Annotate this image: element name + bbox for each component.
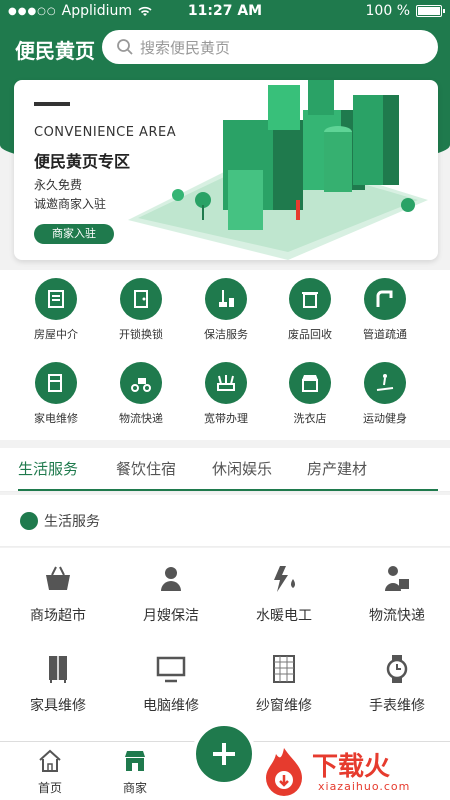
search-icon [117,39,133,55]
category-label: 保洁服务 [204,328,248,341]
battery-percent: 100 % [365,3,410,19]
door-lock-icon [134,290,148,308]
section-divider [0,440,450,448]
watermark-text: 下载火 [312,752,391,782]
tab-real-estate[interactable]: 房产建材 [307,458,367,479]
laundry-shop-icon [302,375,318,392]
service-furniture[interactable]: 家具维修 [2,638,114,718]
category-label: 运动健身 [363,412,407,425]
service-watch[interactable]: 手表维修 [341,638,450,718]
plus-icon [213,743,235,765]
house-agent-icon [48,290,64,308]
tab-home-label: 首页 [37,781,62,795]
shop-icon [125,751,145,771]
monitor-icon [156,656,186,683]
treadmill-icon [376,374,394,391]
category-label: 物流快递 [119,412,163,425]
category-delivery[interactable]: 物流快递 [101,354,181,430]
service-computer[interactable]: 电脑维修 [115,638,227,718]
service-plumbing-electric[interactable]: 水暖电工 [228,548,340,628]
city-illustration [128,80,428,260]
search-placeholder: 搜索便民黄页 [140,38,231,57]
category-house-agent[interactable]: 房屋中介 [16,270,96,346]
category-recycle[interactable]: 废品回收 [270,270,350,346]
search-input[interactable]: 搜索便民黄页 [102,30,438,64]
watermark: 下载火 xiazaihuo.com [258,744,442,800]
tab-dining[interactable]: 餐饮住宿 [116,458,176,479]
category-label: 废品回收 [288,328,332,341]
recycle-bin-icon [302,292,318,308]
category-label: 家电维修 [34,412,78,425]
pipe-icon [376,290,393,307]
window-screen-icon [273,655,295,683]
category-pipe[interactable]: 管道疏通 [345,270,425,346]
appliance-repair-icon [48,374,62,392]
section-title: 生活服务 [44,514,100,530]
service-label: 家具维修 [30,698,86,714]
section-header: 生活服务 [0,495,450,547]
router-icon [217,375,235,391]
service-nanny[interactable]: 月嫂保洁 [115,548,227,628]
category-label: 管道疏通 [363,328,407,341]
category-appliance[interactable]: 家电维修 [16,354,96,430]
category-laundry[interactable]: 洗衣店 [270,354,350,430]
status-bar: ●●●○○ Applidium 11:27 AM 100 % [0,0,450,24]
category-label: 洗衣店 [293,412,327,425]
tab-merchant[interactable]: 商家 [105,748,165,796]
service-window-screen[interactable]: 纱窗维修 [228,638,340,718]
banner-line-1: 永久免费 [34,178,83,192]
category-label: 宽带办理 [204,412,248,425]
promo-banner[interactable]: CONVENIENCE AREA 便民黄页专区 永久免费 诚邀商家入驻 商家入驻 [14,80,438,260]
service-label: 物流快递 [369,608,425,624]
watermark-url: xiazaihuo.com [318,780,411,793]
category-tabs: 生活服务 餐饮住宿 休闲娱乐 房产建材 [0,448,450,492]
tab-merchant-label: 商家 [122,781,147,795]
service-label: 商场超市 [30,608,86,624]
courier-icon [385,566,409,591]
page-title: 便民黄页 [15,39,95,63]
service-label: 电脑维修 [143,698,199,714]
cabinet-icon [49,656,67,683]
battery-icon [416,5,445,17]
tab-active-indicator [18,489,438,491]
category-grid: 房屋中介 开锁换锁 保洁服务 废品回收 管道疏通 家电维修 物流快递 宽带办理 … [0,270,450,440]
services-grid: 商场超市 月嫂保洁 水暖电工 物流快递 家具维修 电脑维修 纱窗维修 手表维修 [0,548,450,741]
service-label: 纱窗维修 [256,698,312,714]
category-label: 开锁换锁 [119,328,163,341]
banner-line-2: 诚邀商家入驻 [34,197,107,211]
service-label: 手表维修 [369,698,425,714]
home-icon [39,749,61,772]
service-label: 月嫂保洁 [143,608,199,624]
service-label: 水暖电工 [256,608,312,624]
basket-icon [46,566,70,590]
delivery-scooter-icon [131,378,151,392]
banner-zh-title: 便民黄页专区 [34,152,131,171]
water-electric-icon [274,566,295,592]
tab-home[interactable]: 首页 [20,748,80,796]
banner-accent-bar [34,102,70,106]
category-fitness[interactable]: 运动健身 [345,354,425,430]
merchant-join-button[interactable]: 商家入驻 [34,224,114,244]
category-cleaning[interactable]: 保洁服务 [186,270,266,346]
cleaning-icon [219,290,234,307]
service-courier[interactable]: 物流快递 [341,548,450,628]
category-lock[interactable]: 开锁换锁 [101,270,181,346]
service-supermarket[interactable]: 商场超市 [2,548,114,628]
tab-life-services[interactable]: 生活服务 [18,458,78,479]
category-label: 房屋中介 [34,328,78,341]
nanny-icon [161,567,181,591]
watch-icon [386,655,408,683]
category-broadband[interactable]: 宽带办理 [186,354,266,430]
flame-logo-icon [266,748,302,796]
phone-icon [20,512,38,530]
add-button[interactable] [192,722,256,786]
tab-leisure[interactable]: 休闲娱乐 [212,458,272,479]
